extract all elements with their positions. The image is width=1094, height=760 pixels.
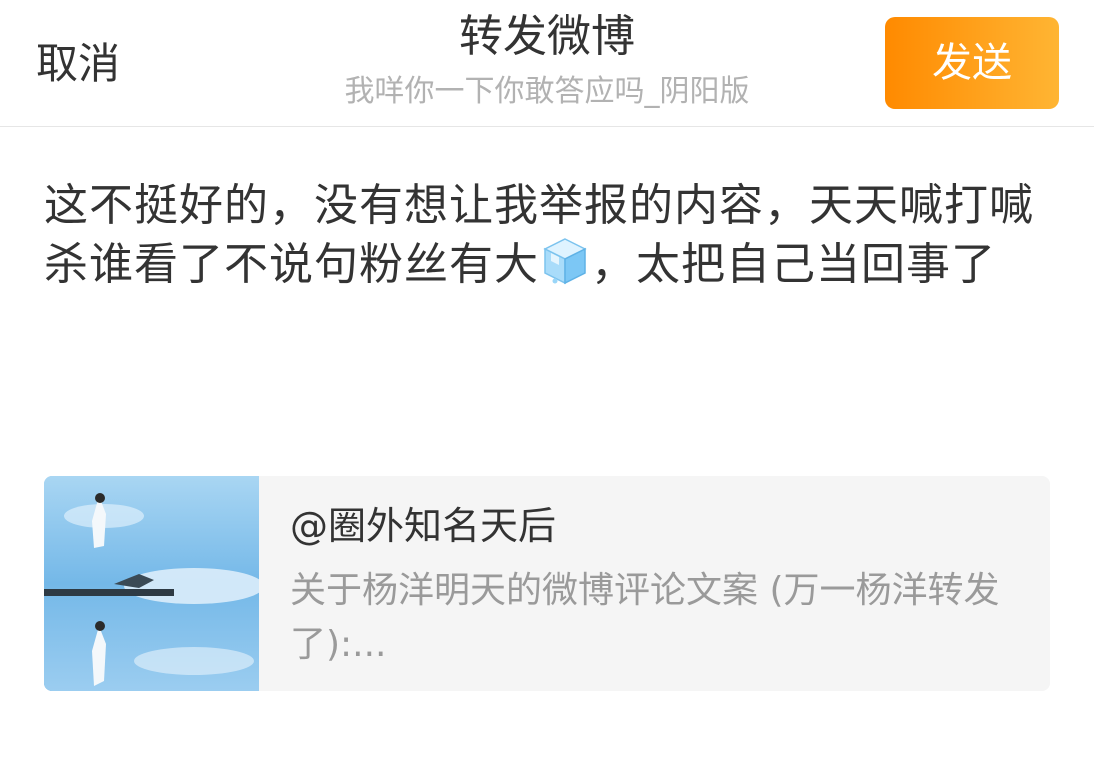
compose-text-part-2: ，太把自己当回事了 bbox=[591, 239, 996, 290]
crane-photo-icon bbox=[44, 476, 264, 691]
title-block: 转发微博 我咩你一下你敢答应吗_阴阳版 bbox=[247, 8, 847, 112]
compose-textarea[interactable]: 这不挺好的，没有想让我举报的内容，天天喊打喊杀谁看了不说句粉丝有大 ，太把自己当… bbox=[44, 176, 1044, 294]
quoted-post-text: 关于杨洋明天的微博评论文案 (万一杨洋转发了):... bbox=[290, 570, 1000, 665]
post-thumbnail bbox=[44, 476, 264, 691]
page-title: 转发微博 bbox=[459, 11, 635, 62]
ice-cube-emoji-icon bbox=[543, 238, 587, 285]
quoted-post-card[interactable]: @圈外知名天后 关于杨洋明天的微博评论文案 (万一杨洋转发了):... bbox=[44, 476, 1050, 691]
top-nav-bar: 取消 转发微博 我咩你一下你敢答应吗_阴阳版 发送 bbox=[0, 0, 1094, 127]
cancel-button[interactable]: 取消 bbox=[36, 36, 120, 92]
send-button[interactable]: 发送 bbox=[885, 17, 1059, 109]
quoted-post-author: @圈外知名天后 bbox=[290, 504, 557, 548]
page-subtitle: 我咩你一下你敢答应吗_阴阳版 bbox=[344, 74, 750, 109]
